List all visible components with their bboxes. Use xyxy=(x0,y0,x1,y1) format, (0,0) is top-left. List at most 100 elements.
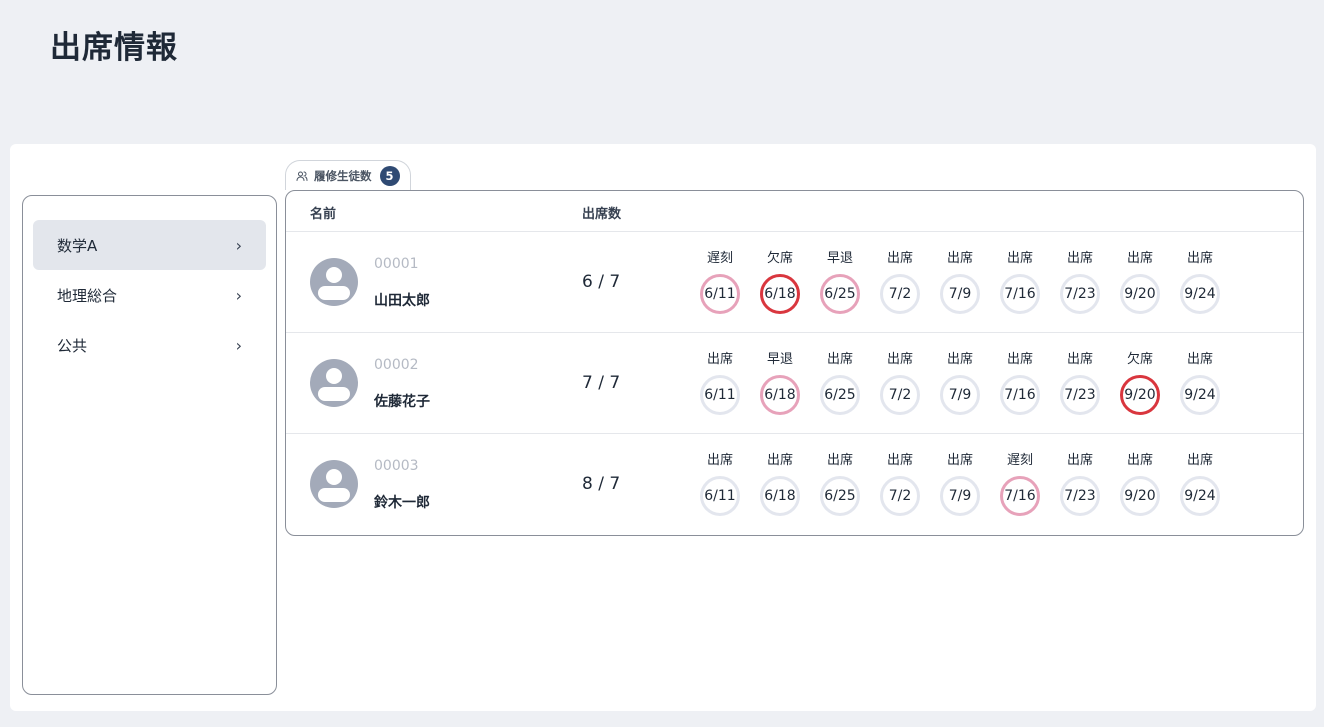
session-item[interactable]: 遅刻 7/16 xyxy=(990,452,1050,516)
session-date-circle: 6/11 xyxy=(700,375,740,415)
chevron-right-icon: › xyxy=(235,235,242,255)
attendance-count: 8 / 7 xyxy=(582,474,621,494)
sidebar-item-civics[interactable]: 公共 › xyxy=(33,320,266,370)
session-status: 出席 xyxy=(946,352,973,367)
table-row[interactable]: 00001 山田太郎 6 / 7 遅刻 6/11 欠席 6/18 早退 6/25 出席 7/2 出席 7… xyxy=(286,232,1303,333)
session-item[interactable]: 出席 9/20 xyxy=(1110,452,1170,516)
session-item[interactable]: 出席 7/2 xyxy=(870,250,930,314)
session-status: 出席 xyxy=(1186,453,1213,468)
session-date-circle: 9/24 xyxy=(1180,476,1220,516)
sidebar-item-math-a[interactable]: 数学A › xyxy=(33,220,266,270)
student-name: 佐藤花子 xyxy=(374,394,430,410)
session-status: 出席 xyxy=(1126,453,1153,468)
chevron-right-icon: › xyxy=(235,285,242,305)
session-status: 出席 xyxy=(1126,251,1153,266)
session-item[interactable]: 出席 7/16 xyxy=(990,250,1050,314)
sidebar-item-geography[interactable]: 地理総合 › xyxy=(33,270,266,320)
session-date-circle: 7/16 xyxy=(1000,476,1040,516)
session-item[interactable]: 出席 6/25 xyxy=(810,452,870,516)
session-item[interactable]: 遅刻 6/11 xyxy=(690,250,750,314)
enrollment-count-badge: 5 xyxy=(379,165,400,186)
session-item[interactable]: 欠席 6/18 xyxy=(750,250,810,314)
session-item[interactable]: 出席 9/24 xyxy=(1170,351,1230,415)
session-item[interactable]: 出席 6/11 xyxy=(690,351,750,415)
session-item[interactable]: 出席 6/18 xyxy=(750,452,810,516)
session-item[interactable]: 出席 7/23 xyxy=(1050,250,1110,314)
session-date-circle: 7/2 xyxy=(880,375,920,415)
session-date-circle: 7/23 xyxy=(1060,375,1100,415)
session-status: 欠席 xyxy=(766,251,793,266)
session-date-circle: 6/18 xyxy=(760,476,800,516)
session-date-circle: 7/16 xyxy=(1000,375,1040,415)
session-date-circle: 7/23 xyxy=(1060,274,1100,314)
session-date-circle: 7/9 xyxy=(940,274,980,314)
session-item[interactable]: 出席 7/2 xyxy=(870,351,930,415)
session-status: 出席 xyxy=(1066,453,1093,468)
session-date-circle: 6/11 xyxy=(700,476,740,516)
session-item[interactable]: 出席 9/24 xyxy=(1170,250,1230,314)
session-date-circle: 9/20 xyxy=(1120,375,1160,415)
session-date-circle: 7/9 xyxy=(940,375,980,415)
session-item[interactable]: 出席 9/24 xyxy=(1170,452,1230,516)
session-item[interactable]: 早退 6/18 xyxy=(750,351,810,415)
session-status: 出席 xyxy=(886,453,913,468)
session-date-circle: 6/18 xyxy=(760,274,800,314)
student-name: 山田太郎 xyxy=(374,293,430,309)
session-date-circle: 7/16 xyxy=(1000,274,1040,314)
session-status: 早退 xyxy=(766,352,793,367)
session-date-circle: 6/18 xyxy=(760,375,800,415)
session-status: 遅刻 xyxy=(706,251,733,266)
session-status: 出席 xyxy=(826,453,853,468)
session-status: 出席 xyxy=(886,251,913,266)
sidebar-item-label: 数学A xyxy=(57,236,98,255)
student-id: 00003 xyxy=(374,458,419,474)
table-row[interactable]: 00003 鈴木一郎 8 / 7 出席 6/11 出席 6/18 出席 6/25 出席 7/2 出席 7… xyxy=(286,434,1303,535)
session-status: 出席 xyxy=(946,453,973,468)
session-status: 出席 xyxy=(1066,251,1093,266)
session-list: 遅刻 6/11 欠席 6/18 早退 6/25 出席 7/2 出席 7/9 出席 7/16 出席 7/23… xyxy=(690,250,1230,314)
session-date-circle: 7/2 xyxy=(880,476,920,516)
table-header: 名前 出席数 xyxy=(286,191,1303,232)
session-status: 出席 xyxy=(1186,251,1213,266)
session-item[interactable]: 出席 9/20 xyxy=(1110,250,1170,314)
session-status: 出席 xyxy=(706,352,733,367)
student-name: 鈴木一郎 xyxy=(374,495,430,511)
sidebar-item-label: 公共 xyxy=(57,336,88,355)
attendance-count: 7 / 7 xyxy=(582,373,621,393)
session-list: 出席 6/11 早退 6/18 出席 6/25 出席 7/2 出席 7/9 出席 7/16 出席 7/23… xyxy=(690,351,1230,415)
session-item[interactable]: 出席 6/11 xyxy=(690,452,750,516)
session-status: 出席 xyxy=(826,352,853,367)
session-date-circle: 6/25 xyxy=(820,375,860,415)
chevron-right-icon: › xyxy=(235,335,242,355)
attendance-table: 名前 出席数 00001 山田太郎 6 / 7 遅刻 6/11 欠席 6/18 早退 6/25 出… xyxy=(285,190,1304,536)
student-id: 00002 xyxy=(374,357,419,373)
session-date-circle: 9/24 xyxy=(1180,274,1220,314)
session-list: 出席 6/11 出席 6/18 出席 6/25 出席 7/2 出席 7/9 遅刻 7/16 出席 7/23… xyxy=(690,452,1230,516)
session-status: 出席 xyxy=(886,352,913,367)
session-item[interactable]: 出席 7/9 xyxy=(930,250,990,314)
session-item[interactable]: 出席 7/23 xyxy=(1050,351,1110,415)
avatar xyxy=(310,359,358,407)
student-id: 00001 xyxy=(374,256,419,272)
session-status: 出席 xyxy=(1186,352,1213,367)
page-title: 出席情報 xyxy=(50,30,178,66)
attendance-count: 6 / 7 xyxy=(582,272,621,292)
session-item[interactable]: 欠席 9/20 xyxy=(1110,351,1170,415)
session-item[interactable]: 出席 7/23 xyxy=(1050,452,1110,516)
session-date-circle: 7/2 xyxy=(880,274,920,314)
session-date-circle: 9/20 xyxy=(1120,476,1160,516)
session-status: 出席 xyxy=(766,453,793,468)
session-item[interactable]: 出席 7/16 xyxy=(990,351,1050,415)
session-item[interactable]: 早退 6/25 xyxy=(810,250,870,314)
session-item[interactable]: 出席 7/9 xyxy=(930,452,990,516)
session-item[interactable]: 出席 6/25 xyxy=(810,351,870,415)
enrollment-count-tab: 履修生徒数 5 xyxy=(285,160,411,190)
session-date-circle: 9/24 xyxy=(1180,375,1220,415)
enrollment-label: 履修生徒数 xyxy=(314,168,372,183)
avatar xyxy=(310,460,358,508)
session-item[interactable]: 出席 7/2 xyxy=(870,452,930,516)
session-status: 出席 xyxy=(1066,352,1093,367)
session-item[interactable]: 出席 7/9 xyxy=(930,351,990,415)
table-row[interactable]: 00002 佐藤花子 7 / 7 出席 6/11 早退 6/18 出席 6/25 出席 7/2 出席 7… xyxy=(286,333,1303,434)
session-date-circle: 7/23 xyxy=(1060,476,1100,516)
